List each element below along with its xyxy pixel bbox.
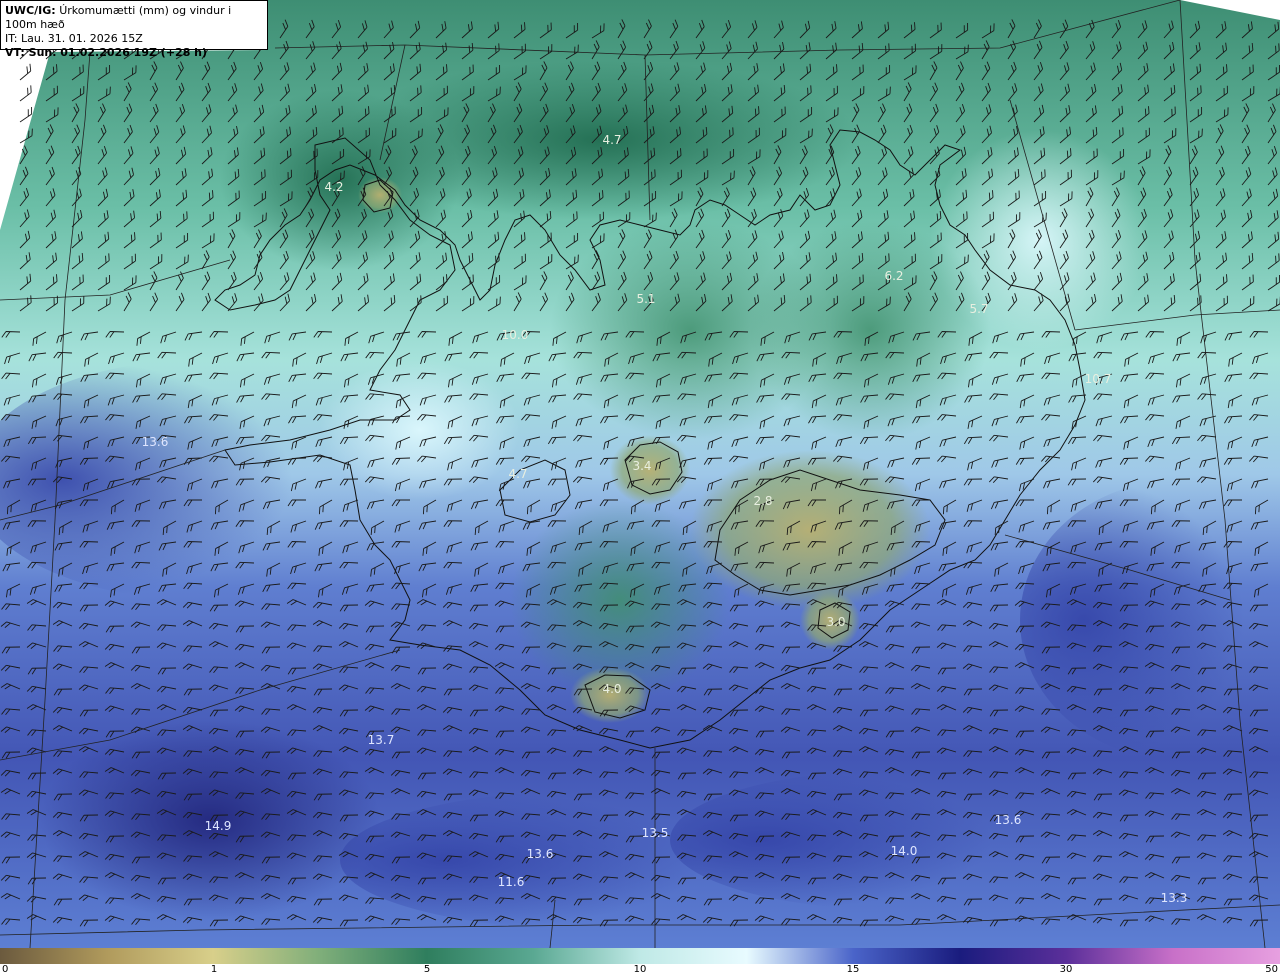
field-value-label: 2.8 [753,494,772,508]
product-code: UWC/IG: [5,4,56,17]
field-value-label: 3.0 [826,615,845,629]
field-value-label: 14.0 [891,844,918,858]
field-value-label: 13.5 [642,826,669,840]
field-value-label: 14.9 [205,819,232,833]
field-value-label: 13.7 [368,733,395,747]
valid-time: Sun. 01.02.2026 19Z (+28 h) [28,46,208,59]
valid-time-prefix: VT: [5,46,25,59]
colorbar-tick: 1 [210,964,218,975]
colorbar-tick: 15 [846,964,860,975]
colorbar [0,948,1280,964]
field-value-label: 11.6 [498,875,525,889]
field-value-label: 5.1 [636,292,655,306]
field-value-label: 10.7 [1085,372,1112,386]
colorbar-tick: 0 [2,964,9,975]
field-value-label: 13.3 [1161,891,1188,905]
field-value-label: 4.7 [508,467,527,481]
field-value-label: 4.0 [602,682,621,696]
issue-time: Lau. 31. 01. 2026 15Z [20,32,143,45]
map-field [0,0,1280,948]
field-value-label: 6.2 [884,269,903,283]
colorbar-ticks: 0 1 5 10 15 30 50 [0,964,1280,978]
field-value-label: 10.0 [502,328,529,342]
field-value-label: 13.6 [995,813,1022,827]
map-header: UWC/IG: Úrkomumætti (mm) og vindur i 100… [0,0,268,59]
colorbar-tick: 50 [1265,964,1278,975]
field-value-label: 4.2 [324,180,343,194]
colorbar-tick: 5 [423,964,431,975]
field-value-label: 4.7 [602,133,621,147]
field-value-label: 13.6 [142,435,169,449]
field-value-label: 3.4 [632,459,651,473]
field-value-label: 5.7 [969,302,988,316]
precipitable-water-map: 4.7 4.2 5.1 6.2 5.7 10.0 13.6 4.7 3.4 2.8 3.0 4.0 13… [0,0,1280,948]
colorbar-tick: 10 [633,964,647,975]
colorbar-tick: 30 [1059,964,1073,975]
issue-time-prefix: IT: [5,32,18,45]
field-value-label: 13.6 [527,847,554,861]
